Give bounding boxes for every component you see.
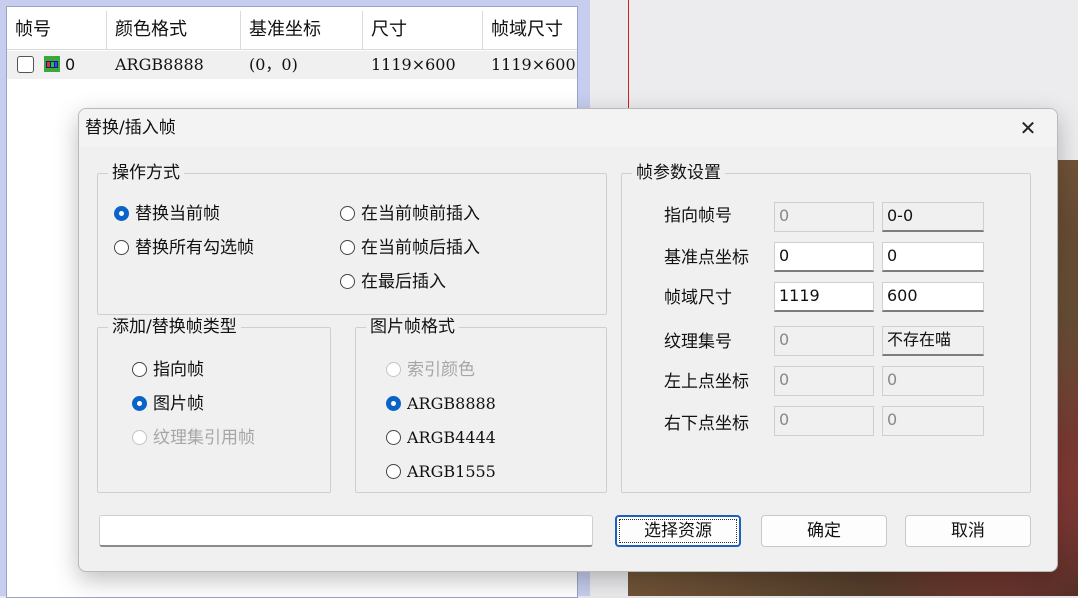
resource-path-input[interactable] (99, 515, 593, 547)
radio-argb8888[interactable]: ARGB8888 (386, 392, 496, 416)
radio-label: 替换当前帧 (135, 204, 220, 224)
focus-outline (619, 519, 737, 543)
frame-params-group: 帧参数设置 指向帧号 0 0-0 基准点坐标 0 0 帧域尺寸 1119 600… (621, 162, 1031, 493)
row-frame-size: 1119×600 (491, 55, 576, 74)
radio-texture-ref-frame: 纹理集引用帧 (132, 426, 255, 450)
radio-icon (386, 362, 401, 377)
radio-insert-after[interactable]: 在当前帧后插入 (340, 236, 480, 260)
texture-set-status-field: 不存在喵 (882, 326, 984, 356)
radio-icon (114, 240, 129, 255)
frame-type-group: 添加/替换帧类型 指向帧 图片帧 纹理集引用帧 (97, 316, 331, 493)
radio-icon (132, 362, 147, 377)
radio-argb1555[interactable]: ARGB1555 (386, 460, 496, 484)
column-header-frame[interactable]: 帧号 (7, 11, 107, 49)
radio-replace-checked[interactable]: 替换所有勾选帧 (114, 236, 254, 260)
table-row[interactable]: 0 ARGB8888 (0，0) 1119×600 1119×600 (7, 51, 577, 79)
radio-label: ARGB8888 (407, 394, 496, 413)
column-header-size[interactable]: 尺寸 (363, 11, 483, 49)
bottom-right-x-field: 0 (774, 406, 874, 436)
radio-label: ARGB1555 (407, 462, 496, 481)
row-base-coord: (0，0) (249, 55, 298, 74)
radio-argb4444[interactable]: ARGB4444 (386, 426, 496, 450)
close-icon: ✕ (1019, 116, 1037, 140)
dialog-titlebar[interactable]: 替换/插入帧 ✕ (79, 109, 1057, 147)
image-frame-icon (44, 56, 60, 72)
top-left-y-field: 0 (882, 366, 984, 396)
radio-icon (386, 430, 401, 445)
row-checkbox[interactable] (17, 56, 34, 73)
param-label-frame-size: 帧域尺寸 (664, 288, 732, 308)
base-y-input[interactable]: 0 (882, 242, 984, 272)
radio-selected-icon (114, 206, 129, 221)
image-format-group-title: 图片帧格式 (366, 316, 459, 338)
param-label-bottom-right: 右下点坐标 (664, 414, 749, 434)
radio-label: 替换所有勾选帧 (135, 238, 254, 258)
frame-type-group-title: 添加/替换帧类型 (108, 316, 241, 338)
ok-button[interactable]: 确定 (761, 515, 887, 547)
radio-icon (340, 240, 355, 255)
frame-height-input[interactable]: 600 (882, 282, 984, 312)
radio-label: 在当前帧后插入 (361, 238, 480, 258)
column-header-frame-size[interactable]: 帧域尺寸 (483, 11, 577, 49)
dialog-title: 替换/插入帧 (85, 118, 176, 138)
pointer-frame-range-field: 0-0 (882, 202, 984, 232)
radio-icon (132, 430, 147, 445)
radio-insert-before[interactable]: 在当前帧前插入 (340, 202, 480, 226)
radio-label: 索引颜色 (407, 360, 475, 380)
param-label-pointer-frame: 指向帧号 (664, 206, 732, 226)
bottom-right-y-field: 0 (882, 406, 984, 436)
radio-icon (386, 464, 401, 479)
radio-selected-icon (386, 396, 401, 411)
top-left-x-field: 0 (774, 366, 874, 396)
param-label-base-point: 基准点坐标 (664, 248, 749, 268)
radio-icon (340, 274, 355, 289)
close-button[interactable]: ✕ (1005, 111, 1051, 145)
radio-indexed-color: 索引颜色 (386, 358, 475, 382)
operation-group-title: 操作方式 (108, 162, 184, 184)
texture-set-field: 0 (774, 326, 874, 356)
radio-pointer-frame[interactable]: 指向帧 (132, 358, 204, 382)
cancel-button[interactable]: 取消 (905, 515, 1031, 547)
row-size: 1119×600 (371, 55, 456, 74)
base-x-input[interactable]: 0 (774, 242, 874, 272)
guide-line (628, 0, 629, 110)
frame-list-header: 帧号 颜色格式 基准坐标 尺寸 帧域尺寸 (7, 11, 577, 50)
row-frame-number: 0 (65, 55, 76, 74)
radio-insert-last[interactable]: 在最后插入 (340, 270, 446, 294)
frame-width-input[interactable]: 1119 (774, 282, 874, 312)
row-color-format: ARGB8888 (115, 55, 204, 74)
radio-label: 纹理集引用帧 (153, 428, 255, 448)
operation-group: 操作方式 替换当前帧 在当前帧前插入 替换所有勾选帧 在当前帧后插入 在最后插入 (97, 162, 607, 315)
replace-insert-frame-dialog: 替换/插入帧 ✕ 操作方式 替换当前帧 在当前帧前插入 替换所有勾选帧 在当前帧… (78, 108, 1058, 572)
column-header-base-coord[interactable]: 基准坐标 (241, 11, 363, 49)
frame-params-group-title: 帧参数设置 (632, 162, 725, 184)
radio-label: 图片帧 (153, 394, 204, 414)
radio-image-frame[interactable]: 图片帧 (132, 392, 204, 416)
param-label-texture-set: 纹理集号 (664, 332, 732, 352)
image-format-group: 图片帧格式 索引颜色 ARGB8888 ARGB4444 ARGB1555 (355, 316, 607, 493)
radio-replace-current[interactable]: 替换当前帧 (114, 202, 220, 226)
radio-icon (340, 206, 355, 221)
radio-label: 指向帧 (153, 360, 204, 380)
radio-label: 在最后插入 (361, 272, 446, 292)
pointer-frame-field: 0 (774, 202, 874, 232)
param-label-top-left: 左上点坐标 (664, 372, 749, 392)
radio-label: 在当前帧前插入 (361, 204, 480, 224)
radio-selected-icon (132, 396, 147, 411)
column-header-color-format[interactable]: 颜色格式 (107, 11, 241, 49)
select-resource-button[interactable]: 选择资源 (615, 515, 741, 547)
radio-label: ARGB4444 (407, 428, 496, 447)
